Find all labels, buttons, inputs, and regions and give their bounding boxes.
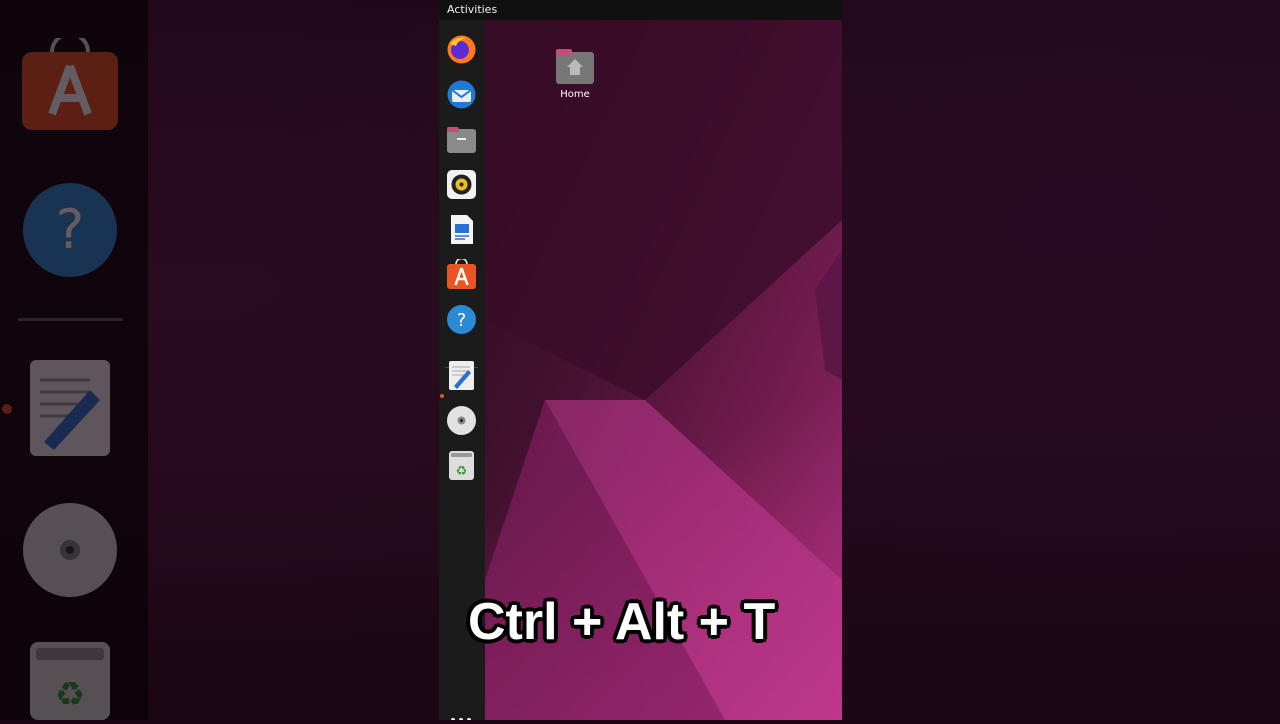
text-editor-icon[interactable] xyxy=(446,360,477,391)
software-store-icon xyxy=(22,32,118,130)
home-folder-icon[interactable] xyxy=(555,47,595,85)
files-icon[interactable] xyxy=(446,124,477,155)
rhythmbox-icon[interactable] xyxy=(446,169,477,200)
thunderbird-icon[interactable] xyxy=(446,79,477,110)
disc-icon xyxy=(22,502,118,598)
svg-text:?: ? xyxy=(457,310,467,331)
svg-text:?: ? xyxy=(56,198,85,261)
running-indicator xyxy=(2,404,12,414)
activities-button[interactable]: Activities xyxy=(447,0,497,20)
home-folder-label[interactable]: Home xyxy=(547,89,603,100)
disc-icon[interactable] xyxy=(446,405,477,436)
svg-text:♻: ♻ xyxy=(456,464,468,479)
help-icon: ? xyxy=(22,182,118,278)
help-icon[interactable]: ? xyxy=(446,304,477,335)
top-bar: Activities xyxy=(439,0,842,20)
svg-text:♻: ♻ xyxy=(55,675,85,715)
running-indicator xyxy=(440,394,444,398)
text-editor-icon xyxy=(30,360,110,456)
shortcut-caption: Ctrl + Alt + T xyxy=(468,593,776,651)
trash-icon[interactable]: ♻ xyxy=(446,450,477,481)
divider xyxy=(18,318,123,321)
firefox-icon[interactable] xyxy=(446,34,477,65)
trash-icon: ♻ xyxy=(30,642,110,720)
software-store-icon[interactable] xyxy=(446,259,477,290)
writer-icon[interactable] xyxy=(446,214,477,245)
